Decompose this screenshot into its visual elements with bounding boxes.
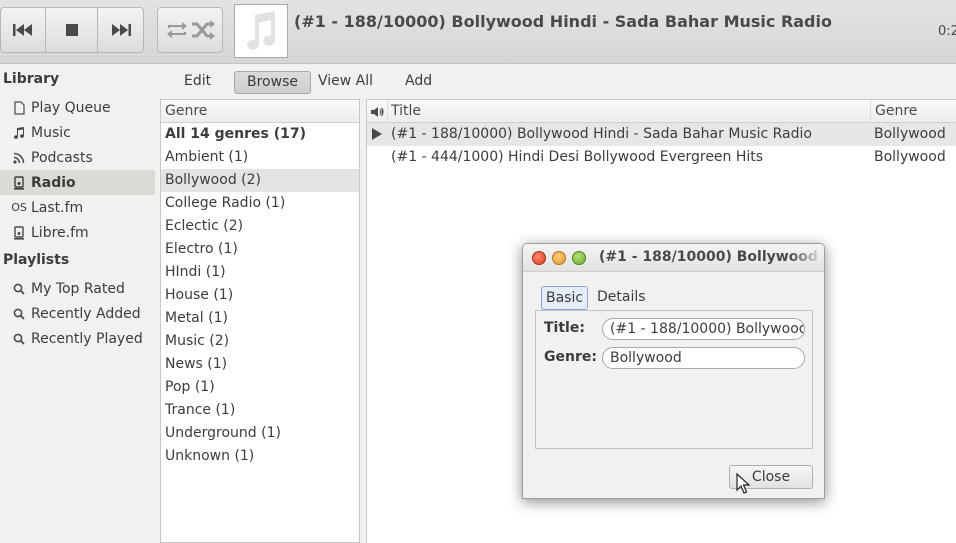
genre-item-all[interactable]: All 14 genres (17)	[161, 123, 359, 146]
music-note-icon	[12, 125, 26, 141]
rss-icon	[12, 150, 26, 166]
sidebar-item-label: Play Queue	[31, 99, 111, 116]
mode-bar: Edit Browse View All Add	[155, 64, 956, 98]
track-genre: Bollywood	[874, 126, 946, 142]
album-art	[234, 4, 288, 58]
track-row[interactable]: (#1 - 188/10000) Bollywood Hindi - Sada …	[367, 123, 956, 146]
sidebar-item-label: Podcasts	[31, 149, 93, 166]
next-track-icon	[111, 24, 131, 36]
shuffle-icon	[192, 20, 215, 40]
genre-field[interactable]: Bollywood	[602, 347, 805, 369]
genre-item[interactable]: Metal (1)	[161, 307, 359, 330]
genre-item-selected[interactable]: Bollywood (2)	[161, 169, 359, 192]
track-list-header: Title Genre	[367, 100, 956, 123]
library-heading: Library	[3, 71, 60, 87]
genre-list: Genre All 14 genres (17) Ambient (1) Bol…	[160, 99, 360, 543]
sidebar: Library Play Queue Music Podcasts Radio …	[0, 64, 155, 543]
speaker-icon[interactable]	[367, 100, 388, 123]
search-icon	[12, 281, 26, 297]
genre-item[interactable]: Underground (1)	[161, 422, 359, 445]
repeat-shuffle-button[interactable]	[157, 7, 223, 53]
sidebar-item-recently-played[interactable]: Recently Played	[0, 326, 155, 351]
sidebar-item-label: Libre.fm	[31, 224, 89, 241]
radio-icon	[12, 175, 26, 191]
tab-basic[interactable]: Basic	[541, 286, 589, 310]
music-note-icon	[247, 11, 275, 50]
basic-tab-panel: Title: (#1 - 188/10000) Bollywood Hindi …	[535, 310, 813, 449]
previous-button[interactable]	[0, 7, 46, 53]
next-button[interactable]	[97, 7, 144, 53]
sidebar-item-label: Recently Added	[31, 305, 141, 322]
stop-icon	[65, 24, 78, 36]
track-title: (#1 - 444/1000) Hindi Desi Bollywood Eve…	[391, 149, 764, 165]
genre-item[interactable]: Ambient (1)	[161, 146, 359, 169]
mode-view-all-button[interactable]: View All	[306, 71, 385, 94]
sidebar-item-podcasts[interactable]: Podcasts	[0, 145, 155, 170]
track-genre: Bollywood	[874, 149, 946, 165]
sidebar-item-my-top-rated[interactable]: My Top Rated	[0, 276, 155, 301]
mouse-cursor-icon	[736, 473, 750, 494]
repeat-icon	[167, 22, 187, 38]
sidebar-item-label: My Top Rated	[31, 280, 125, 297]
genre-item[interactable]: College Radio (1)	[161, 192, 359, 215]
close-window-icon[interactable]	[532, 251, 546, 265]
radio-icon	[12, 225, 26, 241]
sidebar-item-radio[interactable]: Radio	[0, 170, 155, 195]
title-field-label: Title:	[544, 320, 585, 336]
lastfm-icon: OS	[11, 201, 27, 214]
search-icon	[12, 331, 26, 347]
tab-details[interactable]: Details	[593, 286, 650, 310]
genre-item[interactable]: HIndi (1)	[161, 261, 359, 284]
dialog-title: (#1 - 188/10000) Bollywood Hindi - Sada …	[599, 249, 823, 265]
sidebar-item-librefm[interactable]: Libre.fm	[0, 220, 155, 245]
sidebar-item-music[interactable]: Music	[0, 120, 155, 145]
now-playing-title: (#1 - 188/10000) Bollywood Hindi - Sada …	[294, 12, 832, 31]
mode-add-button[interactable]: Add	[393, 71, 444, 94]
genre-column-header[interactable]: Genre	[161, 100, 359, 123]
stop-button[interactable]	[45, 7, 98, 53]
elapsed-time: 0:2	[938, 24, 956, 39]
sidebar-item-label: Recently Played	[31, 330, 143, 347]
document-icon	[12, 100, 26, 116]
genre-field-label: Genre:	[544, 349, 597, 365]
track-title: (#1 - 188/10000) Bollywood Hindi - Sada …	[391, 126, 812, 142]
genre-item[interactable]: Trance (1)	[161, 399, 359, 422]
sidebar-item-label: Radio	[31, 174, 76, 191]
playlists-heading: Playlists	[3, 252, 70, 268]
sidebar-item-recently-added[interactable]: Recently Added	[0, 301, 155, 326]
sidebar-item-lastfm[interactable]: OS Last.fm	[0, 195, 155, 220]
search-icon	[12, 306, 26, 322]
sidebar-item-play-queue[interactable]: Play Queue	[0, 95, 155, 120]
maximize-window-icon[interactable]	[572, 251, 586, 265]
title-column-header[interactable]: Title	[391, 100, 421, 122]
title-field[interactable]: (#1 - 188/10000) Bollywood Hindi - Sada …	[602, 318, 805, 340]
genre-item[interactable]: Music (2)	[161, 330, 359, 353]
sidebar-item-label: Music	[31, 124, 71, 141]
genre-item[interactable]: Eclectic (2)	[161, 215, 359, 238]
track-properties-dialog: (#1 - 188/10000) Bollywood Hindi - Sada …	[522, 243, 825, 499]
genre-item[interactable]: Pop (1)	[161, 376, 359, 399]
mode-edit-button[interactable]: Edit	[172, 71, 223, 94]
genre-column-header[interactable]: Genre	[870, 100, 917, 123]
genre-item[interactable]: News (1)	[161, 353, 359, 376]
genre-item[interactable]: House (1)	[161, 284, 359, 307]
track-row[interactable]: (#1 - 444/1000) Hindi Desi Bollywood Eve…	[367, 146, 956, 169]
sidebar-item-label: Last.fm	[31, 199, 84, 216]
player-toolbar: (#1 - 188/10000) Bollywood Hindi - Sada …	[0, 0, 956, 64]
genre-item[interactable]: Unknown (1)	[161, 445, 359, 468]
mode-browse-button[interactable]: Browse	[234, 71, 311, 94]
dialog-titlebar[interactable]: (#1 - 188/10000) Bollywood Hindi - Sada …	[523, 244, 824, 272]
minimize-window-icon[interactable]	[552, 251, 566, 265]
previous-track-icon	[13, 24, 32, 36]
genre-item[interactable]: Electro (1)	[161, 238, 359, 261]
